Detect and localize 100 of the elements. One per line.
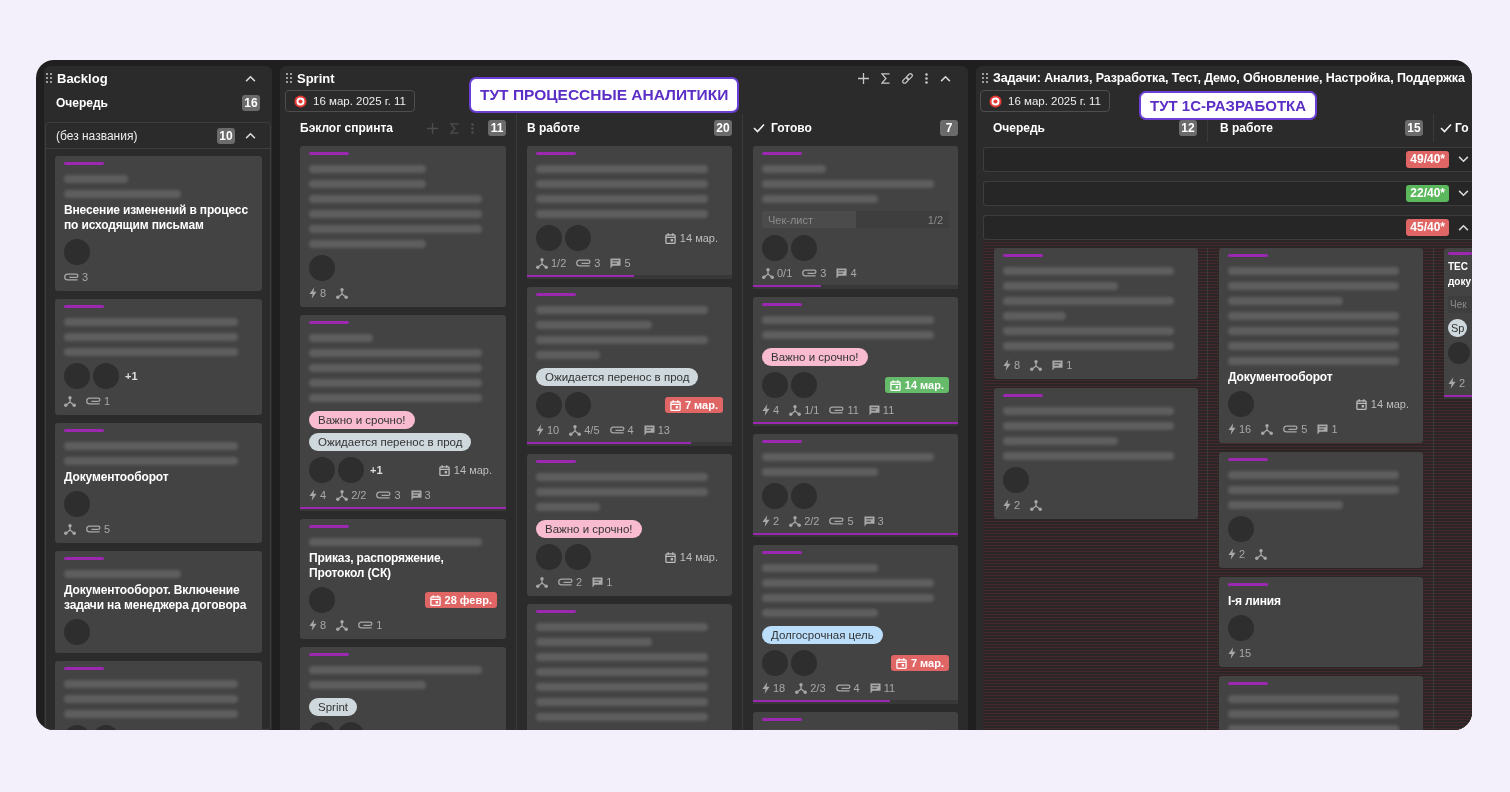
chevron-up-icon[interactable] [245, 132, 256, 139]
tree-icon [64, 523, 76, 535]
task-card[interactable]: Документооборот 5 [55, 423, 262, 543]
comment-icon [836, 267, 848, 279]
comment-icon [410, 489, 422, 501]
paperclip-icon [1283, 425, 1299, 433]
column-title: Бэклог спринта [300, 121, 393, 135]
due-date-text: 7 мар. [684, 399, 718, 411]
sprint-date-button[interactable]: 16 мар. 2025 г. 11 [285, 90, 415, 112]
task-card[interactable]: Документооборот. Включение задачи на менеджера договора [55, 551, 262, 653]
tree-icon [64, 395, 76, 407]
label-marker-icon [64, 305, 104, 308]
comment-icon [643, 424, 655, 436]
chevron-up-icon[interactable] [940, 74, 951, 82]
bolt-icon [309, 287, 317, 299]
tag-label: Важно и срочно! [762, 348, 868, 366]
label-marker-icon [762, 303, 802, 306]
label-marker-icon [762, 440, 802, 443]
task-card[interactable]: 8 1 [994, 248, 1198, 379]
target-icon [294, 94, 307, 108]
comment-icon [1317, 423, 1329, 435]
stat-count: 4 [850, 267, 857, 279]
tree-icon [336, 489, 349, 501]
chevron-down-icon[interactable] [1458, 190, 1469, 197]
task-card[interactable]: Внесение изменений в процесс по исходящим письмам 3 [55, 156, 262, 291]
paperclip-icon [609, 426, 625, 434]
chevron-down-icon[interactable] [1458, 156, 1469, 163]
label-marker-icon [1228, 458, 1268, 461]
comment-icon [1052, 359, 1064, 371]
task-count: 10 [217, 127, 235, 144]
bolt-icon [762, 682, 770, 694]
stat-count: 2 [1459, 377, 1466, 389]
card-title: Документооборот [1228, 370, 1334, 385]
stat-count: 4 [627, 424, 634, 436]
bolt-icon [536, 424, 544, 436]
task-card[interactable]: Ожидается перенос в прод 7 мар. 10 4/5 4 13 [527, 287, 732, 446]
drag-handle-icon[interactable] [982, 73, 988, 83]
card-title: Документооборот [64, 470, 170, 485]
task-card[interactable]: +1 1 [55, 299, 262, 415]
extra-assignees-count: +1 [125, 370, 138, 382]
drag-handle-icon[interactable] [286, 73, 292, 83]
bolt-icon [1228, 647, 1236, 659]
label-marker-icon [536, 152, 576, 155]
sprint-date-button[interactable]: 16 мар. 2025 г. 11 [980, 90, 1110, 112]
task-card[interactable]: 8 [300, 146, 506, 307]
task-card[interactable]: 14 мар. 1/2 3 5 [527, 146, 732, 279]
chevron-up-icon[interactable] [245, 74, 256, 82]
link-icon[interactable] [902, 72, 913, 84]
label-marker-icon [64, 429, 104, 432]
tree-icon [762, 267, 774, 279]
stat-count: 18 [773, 682, 786, 694]
stat-count: 11 [882, 404, 895, 416]
task-card[interactable]: Приказ, распоряжение, Протокол (СК) 28 февр. 8 1 [300, 519, 506, 639]
stat-count: 1 [376, 619, 383, 631]
stat-count: 8 [320, 619, 327, 631]
stat-count: 3 [594, 257, 601, 269]
stat-count: 8 [320, 287, 327, 299]
task-card[interactable]: I-я линия 15 [1219, 577, 1423, 667]
more-icon[interactable] [925, 72, 928, 84]
task-count: 7 [940, 120, 958, 136]
paperclip-icon [802, 269, 818, 277]
task-card[interactable]: Долгосрочная цель 7 мар. 18 2/3 4 11 [753, 545, 958, 704]
task-count: 11 [488, 120, 506, 136]
bolt-icon [1228, 548, 1236, 560]
task-card[interactable]: Документооборот 14 мар. 16 5 1 [1219, 248, 1423, 443]
tag-label: Долгосрочная цель [762, 626, 883, 644]
task-card[interactable]: Важно и срочно! 14 мар. 4 1/1 11 11 [753, 297, 958, 426]
group-title[interactable]: (без названия) [56, 128, 138, 143]
task-card[interactable]: 2 2/2 5 3 [753, 434, 958, 537]
task-card[interactable]: ТЕС доку Чек Sp 2 [1444, 248, 1472, 399]
paperclip-icon [64, 273, 79, 281]
annotation-callout: ТУТ 1С-РАЗРАБОТКА [1139, 91, 1318, 120]
extra-assignees-count: +1 [370, 464, 383, 476]
task-card[interactable]: Sprint [300, 647, 506, 730]
sigma-icon[interactable] [881, 72, 890, 84]
panel-title: Backlog [57, 70, 108, 86]
task-card[interactable]: Важно и срочно! Ожидается перенос в прод +1 14 мар. 4 2/2 3 3 [300, 315, 506, 511]
task-card[interactable]: 2 [994, 388, 1198, 519]
paperclip-icon [376, 491, 392, 499]
task-card[interactable]: Чек-лист 1/2 0/1 3 4 [753, 146, 958, 289]
task-card[interactable]: 2 [1219, 452, 1423, 568]
chevron-up-icon[interactable] [1458, 224, 1469, 231]
drag-handle-icon[interactable] [46, 73, 52, 83]
tree-icon [336, 287, 349, 299]
due-date-text: 14 мар. [453, 464, 492, 476]
blurred-text [1003, 311, 1067, 320]
due-date-text: 28 февр. [444, 594, 492, 606]
comment-icon [869, 682, 881, 694]
due-date-text: 7 мар. [910, 657, 944, 669]
task-card[interactable]: Важно и срочно! 14 мар. 2 1 [527, 454, 732, 596]
bolt-icon [309, 489, 317, 501]
plus-icon[interactable] [858, 72, 869, 84]
stat-count: 3 [820, 267, 827, 279]
label-marker-icon [309, 653, 349, 656]
tree-icon [795, 682, 808, 694]
paperclip-icon [558, 578, 573, 586]
stat-count: 2 [773, 515, 780, 527]
paperclip-icon [576, 259, 592, 267]
tree-icon [336, 619, 349, 631]
tree-icon [1030, 359, 1043, 371]
